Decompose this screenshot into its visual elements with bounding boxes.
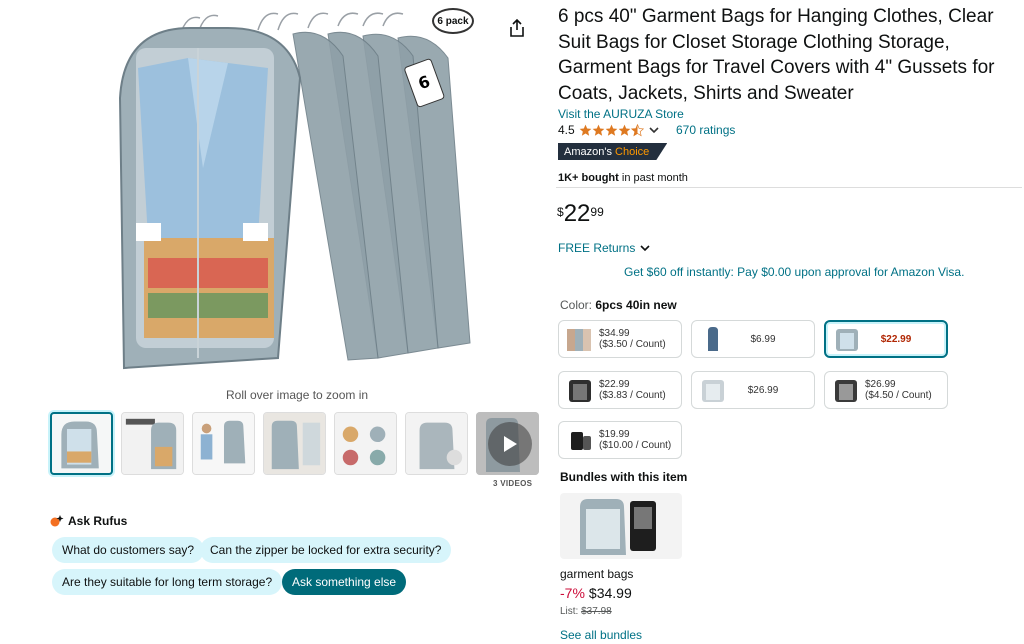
color-option-7[interactable]: $19.99 ($10.00 / Count): [558, 421, 682, 459]
six-pack-badge: 6 pack: [432, 8, 474, 34]
bundle-image[interactable]: [560, 493, 682, 559]
swatch-thumbnail: [571, 432, 591, 450]
rufus-chip-zipper-lock[interactable]: Can the zipper be locked for extra secur…: [200, 537, 452, 563]
swatch-price: $26.99: [747, 384, 779, 396]
free-returns-label: FREE Returns: [558, 241, 636, 255]
thumbnail-5[interactable]: [334, 412, 397, 475]
swatch-unit-price: ($4.50 / Count): [865, 390, 932, 401]
zoom-hint: Roll over image to zoom in: [226, 388, 369, 402]
thumbnail-3[interactable]: [192, 412, 255, 475]
bought-period: in past month: [618, 172, 688, 184]
bundles-heading: Bundles with this item: [560, 470, 688, 484]
ask-rufus-heading: Ask Rufus: [50, 514, 127, 528]
swatch-thumbnail: [569, 380, 591, 402]
swatch-thumbnail: [836, 329, 858, 351]
price-whole: 22: [563, 200, 591, 227]
free-returns-link[interactable]: FREE Returns: [558, 241, 651, 255]
main-product-image[interactable]: 6: [108, 8, 486, 378]
chevron-down-icon: [640, 245, 650, 252]
color-option-3-selected[interactable]: $22.99: [824, 320, 948, 358]
swatch-unit-price: ($3.50 / Count): [599, 339, 666, 350]
video-thumbnail[interactable]: [476, 412, 539, 475]
rating-value: 4.5: [558, 123, 575, 137]
swatch-price: $19.99: [599, 429, 630, 440]
thumbnail-4[interactable]: [263, 412, 326, 475]
price-symbol: $: [557, 205, 564, 219]
badge-prefix: Amazon's: [564, 145, 612, 158]
color-option-2[interactable]: $6.99: [691, 320, 815, 358]
price-fraction: 99: [590, 205, 604, 219]
bundle-name[interactable]: garment bags: [560, 567, 633, 581]
swatch-price: $26.99: [865, 379, 896, 390]
divider: [556, 187, 1022, 188]
swatch-price: $22.99: [880, 333, 912, 345]
bundle-price-value: $34.99: [588, 585, 632, 601]
product-title: 6 pcs 40" Garment Bags for Hanging Cloth…: [558, 6, 995, 104]
bundle-list-price: List: $37.98: [560, 606, 612, 617]
swatch-thumbnail: [708, 327, 718, 351]
rufus-chip-customers-say[interactable]: What do customers say?: [52, 537, 205, 563]
ratings-count-link[interactable]: 670 ratings: [676, 123, 735, 137]
swatch-thumbnail: [835, 380, 857, 402]
share-icon[interactable]: [508, 18, 526, 38]
color-option-1[interactable]: $34.99 ($3.50 / Count): [558, 320, 682, 358]
rufus-icon: [50, 515, 64, 527]
rufus-chip-long-term-storage[interactable]: Are they suitable for long term storage?: [52, 569, 283, 595]
swatch-price: $22.99: [599, 379, 630, 390]
visa-offer-link[interactable]: Get $60 off instantly: Pay $0.00 upon ap…: [624, 265, 964, 279]
see-all-bundles-link[interactable]: See all bundles: [560, 628, 642, 642]
bundle-discount: -7%: [560, 585, 585, 601]
rufus-ask-something-else-button[interactable]: Ask something else: [282, 569, 407, 595]
play-icon[interactable]: [488, 422, 532, 466]
bought-in-past-month: 1K+ bought in past month: [558, 172, 688, 184]
bundle-list-value: $37.98: [581, 606, 612, 617]
color-label-prefix: Color:: [560, 298, 593, 312]
star-rating-icon[interactable]: [579, 123, 644, 137]
thumbnail-strip: [50, 412, 539, 475]
swatch-price: $6.99: [750, 333, 776, 345]
color-option-6[interactable]: $26.99 ($4.50 / Count): [824, 371, 948, 409]
thumbnail-1[interactable]: [50, 412, 113, 475]
bundle-price: -7% $34.99: [560, 585, 632, 601]
bought-count: 1K+ bought: [558, 172, 619, 184]
ask-rufus-label: Ask Rufus: [68, 514, 128, 528]
store-link[interactable]: Visit the AURUZA Store: [558, 107, 684, 121]
amazons-choice-badge[interactable]: Amazon's Choice: [558, 143, 668, 160]
thumbnail-2[interactable]: [121, 412, 184, 475]
color-option-5[interactable]: $26.99: [691, 371, 815, 409]
color-selected-name: 6pcs 40in new: [595, 298, 677, 312]
badge-suffix: Choice: [615, 145, 650, 158]
thumbnail-6[interactable]: [405, 412, 468, 475]
swatch-thumbnail: [702, 380, 724, 402]
swatch-thumbnail: [567, 329, 591, 351]
bundle-list-label: List:: [560, 606, 579, 617]
swatch-price: $34.99: [599, 328, 630, 339]
price: $ 22 99: [557, 202, 604, 226]
swatch-unit-price: ($3.83 / Count): [599, 390, 666, 401]
swatch-unit-price: ($10.00 / Count): [599, 440, 672, 451]
videos-count-label: 3 VIDEOS: [493, 479, 533, 488]
rating-row[interactable]: 4.5: [558, 123, 660, 137]
color-option-4[interactable]: $22.99 ($3.83 / Count): [558, 371, 682, 409]
chevron-down-icon[interactable]: [648, 124, 660, 136]
color-label: Color: 6pcs 40in new: [560, 298, 677, 312]
